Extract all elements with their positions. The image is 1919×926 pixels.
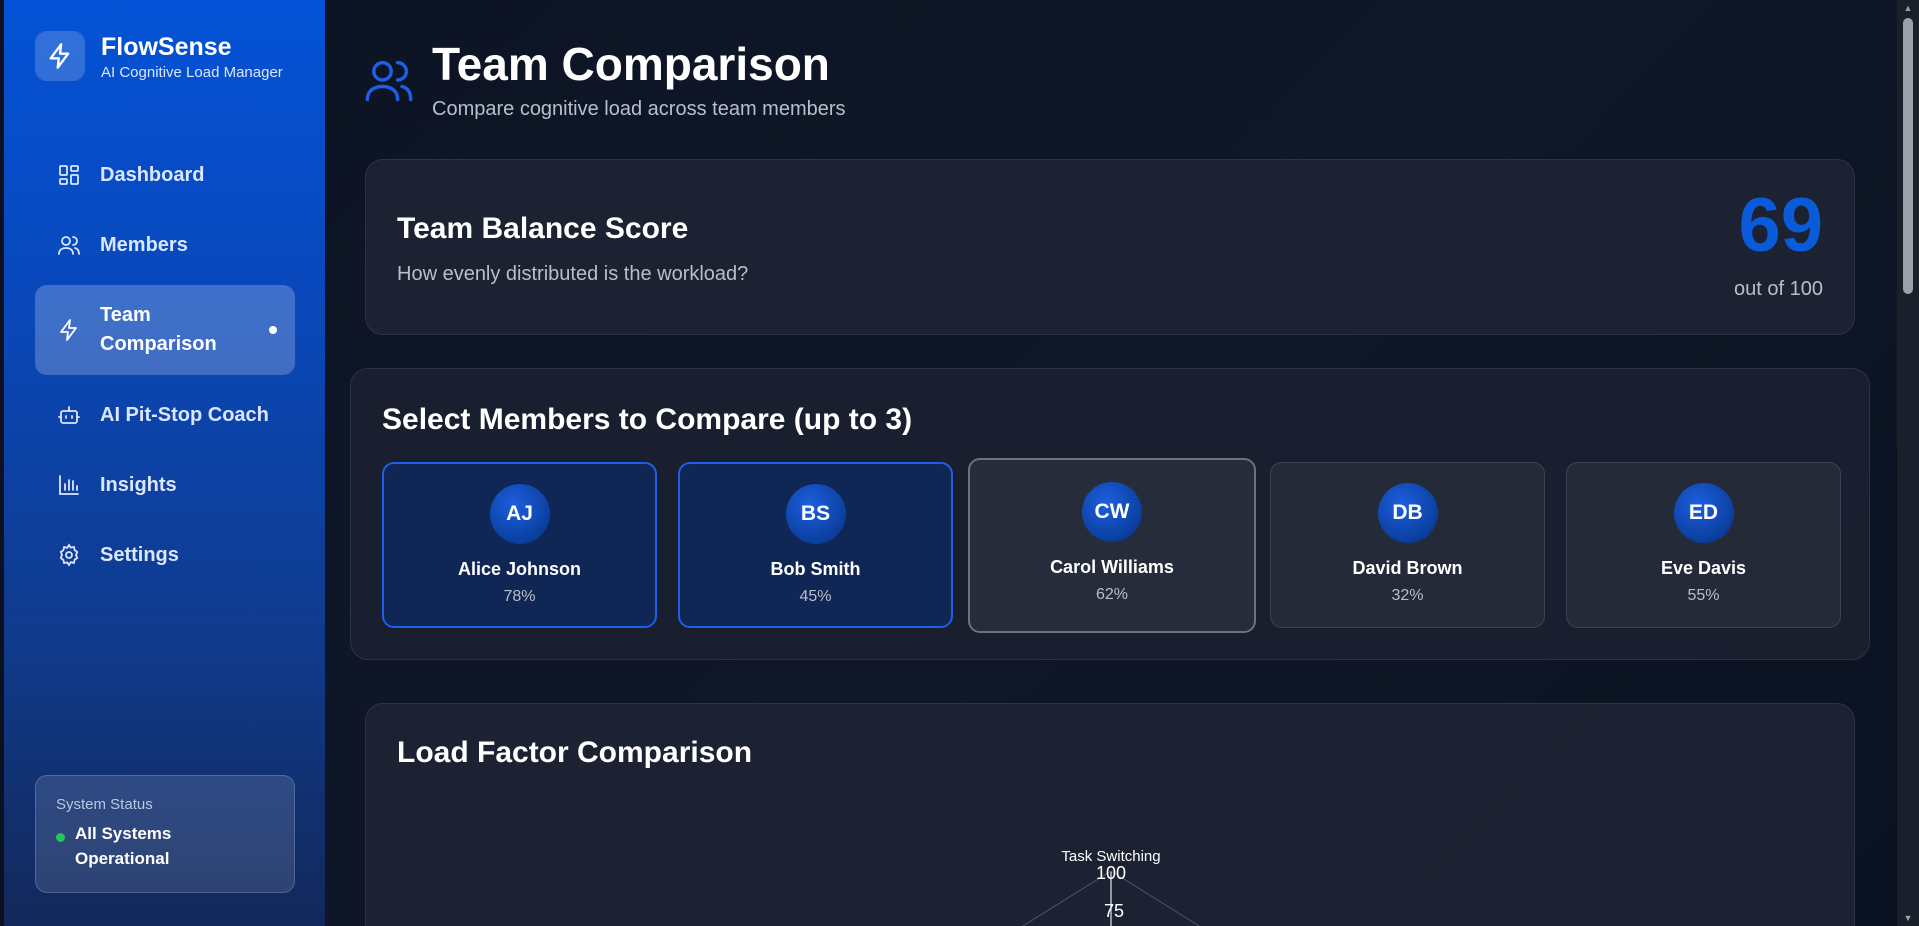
team-balance-score-suffix: out of 100 [1734,278,1823,300]
member-name: Carol Williams [1050,557,1174,577]
bar-chart-icon [56,472,82,498]
system-status-text: All Systems Operational [75,824,172,868]
sidebar-item-team-comparison[interactable]: Team Comparison [35,285,295,375]
radar-tick-label: 75 [1104,901,1124,921]
member-name: Bob Smith [770,559,861,579]
scroll-down-icon[interactable]: ▼ [1903,913,1913,923]
brand[interactable]: FlowSense AI Cognitive Load Manager [35,31,283,81]
member-card-carol-williams[interactable]: CW Carol Williams 62% [968,458,1256,633]
scrollbar[interactable]: ▲ ▼ [1897,0,1919,926]
member-select-title: Select Members to Compare (up to 3) [382,403,913,436]
main-content: Team Comparison Compare cognitive load a… [325,0,1897,926]
page-title: Team Comparison [432,38,830,90]
sidebar-item-label: Members [100,233,188,256]
avatar: DB [1377,483,1438,543]
sidebar-nav: Dashboard Members Team Comparison AI Pit… [35,145,295,595]
member-select-card: Select Members to Compare (up to 3) AJ A… [350,368,1870,660]
sidebar-item-label: Team Comparison [100,304,217,355]
status-dot [56,833,65,842]
sidebar: FlowSense AI Cognitive Load Manager Dash… [4,0,325,926]
users-icon [363,54,415,106]
scroll-up-icon[interactable]: ▲ [1903,3,1913,13]
brand-name: FlowSense [101,32,232,61]
dashboard-icon [56,162,82,188]
page-header: Team Comparison Compare cognitive load a… [363,38,846,121]
radar-chart: Task Switching 100 75 [1021,848,1201,926]
team-balance-card: Team Balance Score How evenly distribute… [365,159,1855,335]
member-card-alice-johnson[interactable]: AJ Alice Johnson 78% [382,462,657,628]
lightning-icon [56,317,82,343]
sidebar-item-settings[interactable]: Settings [35,525,295,585]
member-name: David Brown [1352,558,1463,578]
team-balance-title: Team Balance Score [397,212,689,245]
member-load: 62% [1095,586,1129,603]
system-status-card: System Status All Systems Operational [35,775,295,893]
sidebar-item-ai-pit-stop-coach[interactable]: AI Pit-Stop Coach [35,385,295,445]
member-card-bob-smith[interactable]: BS Bob Smith 45% [678,462,953,628]
avatar: ED [1673,483,1734,543]
sidebar-item-label: Settings [100,543,179,566]
member-load: 78% [503,588,536,605]
avatar: CW [1082,482,1142,542]
member-card-eve-davis[interactable]: ED Eve Davis 55% [1566,462,1841,628]
active-indicator [269,326,277,334]
team-balance-score: 69 [1738,183,1823,268]
member-load: 45% [799,588,832,605]
sidebar-item-label: Insights [100,473,177,496]
sidebar-item-insights[interactable]: Insights [35,455,295,515]
scroll-thumb[interactable] [1903,18,1913,294]
team-balance-subtitle: How evenly distributed is the workload? [397,263,749,285]
sidebar-item-label: Dashboard [100,163,205,186]
member-name: Alice Johnson [457,559,582,579]
load-factor-card: Load Factor Comparison Task Switching 10… [365,703,1855,926]
member-name: Eve Davis [1660,558,1747,578]
sidebar-item-dashboard[interactable]: Dashboard [35,145,295,205]
avatar: AJ [489,484,550,544]
sidebar-item-members[interactable]: Members [35,215,295,275]
radar-tick-label: 100 [1096,863,1126,883]
brand-subtitle: AI Cognitive Load Manager [101,63,283,81]
users-icon [56,232,82,258]
sidebar-item-label: AI Pit-Stop Coach [100,403,269,426]
member-load: 32% [1391,587,1424,604]
page-subtitle: Compare cognitive load across team membe… [432,98,846,120]
radar-grid-line [1021,870,1112,926]
avatar: BS [785,484,846,544]
system-status-label: System Status [56,796,153,813]
member-card-david-brown[interactable]: DB David Brown 32% [1270,462,1545,628]
radar-grid-line [1110,870,1201,926]
member-load: 55% [1687,587,1720,604]
lightning-icon [35,31,85,81]
robot-icon [56,402,82,428]
gear-icon [56,542,82,568]
